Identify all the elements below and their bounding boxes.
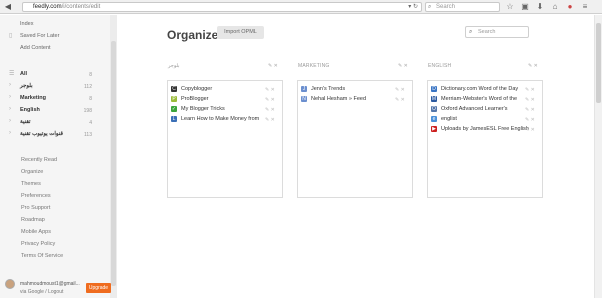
edit-delete-icon[interactable]: ✎ ✕ xyxy=(525,117,535,123)
sidebar-item-all[interactable]: All xyxy=(20,71,27,77)
count-badge: 8 xyxy=(89,96,92,102)
menu-item-organize[interactable]: Organize xyxy=(21,169,43,175)
category-box: D Dictionary.com Word of the Day ✎ ✕ M M… xyxy=(427,80,543,198)
sidebar-item-english[interactable]: English xyxy=(20,107,40,113)
browser-toolbar: ◀ feedly.com/i/contents/edit ▾ ↻ ⌕ Searc… xyxy=(0,0,602,14)
menu-item-preferences[interactable]: Preferences xyxy=(21,193,51,199)
sidebar-item-category[interactable]: قنوات يوتيوب تقنية xyxy=(20,131,63,137)
menu-item-recently-read[interactable]: Recently Read xyxy=(21,157,57,163)
feed-item[interactable]: N Nehal Hesham » Feed xyxy=(301,96,366,102)
category-title[interactable]: بلوجر xyxy=(168,63,179,69)
edit-delete-icon[interactable]: ✎ ✕ xyxy=(395,87,405,93)
star-icon[interactable]: ☆ xyxy=(505,2,515,12)
sidebar-item-saved[interactable]: Saved For Later xyxy=(20,33,59,39)
menu-item-mobile-apps[interactable]: Mobile Apps xyxy=(21,229,51,235)
edit-delete-icon[interactable]: ✎ ✕ xyxy=(395,97,405,103)
chevron-right-icon[interactable]: › xyxy=(9,94,11,100)
main-scrollbar[interactable] xyxy=(594,15,602,298)
feed-item[interactable]: P ProBlogger xyxy=(171,96,209,102)
bookmark-icon: ▯ xyxy=(9,33,13,39)
feed-icon: C xyxy=(171,86,177,92)
feed-item[interactable]: L Learn How to Make Money from xyxy=(171,116,259,122)
feed-item[interactable]: ✓ My Blogger Tricks xyxy=(171,106,225,112)
menu-item-themes[interactable]: Themes xyxy=(21,181,41,187)
chevron-right-icon[interactable]: › xyxy=(9,106,11,112)
search-icon: ⌕ xyxy=(428,4,432,10)
edit-delete-icon[interactable]: ✎ ✕ xyxy=(528,63,538,69)
feed-icon: O xyxy=(431,106,437,112)
category-title[interactable]: MARKETING xyxy=(298,63,330,69)
edit-delete-icon[interactable]: ✎ ✕ xyxy=(265,87,275,93)
back-icon[interactable]: ◀ xyxy=(3,2,13,12)
feed-item[interactable]: M Merriam-Webster's Word of the xyxy=(431,96,517,102)
edit-delete-icon[interactable]: ✎ ✕ xyxy=(525,97,535,103)
account-email: mahmoudmoust1@gmail... xyxy=(20,281,80,287)
browser-search-input[interactable]: ⌕ Search xyxy=(425,2,500,12)
feed-item[interactable]: J Jenn's Trends xyxy=(301,86,345,92)
feed-icon: L xyxy=(171,116,177,122)
sidebar-item-category[interactable]: بلوجر xyxy=(20,83,33,89)
page-title: Organize xyxy=(167,28,219,42)
reload-icon[interactable]: ▾ ↻ xyxy=(408,3,418,12)
sidebar-item-marketing[interactable]: Marketing xyxy=(20,95,46,101)
sidebar-item-index[interactable]: Index xyxy=(20,21,33,27)
menu-item-pro-support[interactable]: Pro Support xyxy=(21,205,50,211)
category-title[interactable]: ENGLISH xyxy=(428,63,451,69)
edit-delete-icon[interactable]: ✎ ✕ xyxy=(398,63,408,69)
url-bar[interactable]: feedly.com/i/contents/edit ▾ ↻ xyxy=(22,2,422,12)
sidebar-item-category[interactable]: تقنية xyxy=(20,119,31,125)
feed-item[interactable]: C Copyblogger xyxy=(171,86,212,92)
edit-delete-icon[interactable]: ✎ ✕ xyxy=(525,87,535,93)
sidebar-item-add-content[interactable]: Add Content xyxy=(20,45,51,51)
chevron-right-icon[interactable]: › xyxy=(9,118,11,124)
feed-icon: M xyxy=(431,96,437,102)
download-icon[interactable]: ⬇ xyxy=(535,2,545,12)
clipboard-icon[interactable]: ▣ xyxy=(520,2,530,12)
menu-icon[interactable]: ≡ xyxy=(580,2,590,12)
feed-icon: J xyxy=(301,86,307,92)
organize-search-input[interactable]: ⌕ Search xyxy=(465,26,529,38)
feed-item[interactable]: O Oxford Advanced Learner's xyxy=(431,106,507,112)
edit-delete-icon[interactable]: ✎ ✕ xyxy=(265,97,275,103)
home-icon[interactable]: ⌂ xyxy=(550,2,560,12)
menu-item-privacy-policy[interactable]: Privacy Policy xyxy=(21,241,55,247)
feed-icon: e xyxy=(431,116,437,122)
category-box: C Copyblogger ✎ ✕ P ProBlogger ✎ ✕ ✓ My … xyxy=(167,80,283,198)
list-icon: ☰ xyxy=(9,71,15,77)
count-badge: 4 xyxy=(89,120,92,126)
edit-delete-icon[interactable]: ✎ ✕ xyxy=(525,127,535,133)
feed-item[interactable]: D Dictionary.com Word of the Day xyxy=(431,86,518,92)
menu-item-terms[interactable]: Terms Of Service xyxy=(21,253,63,259)
count-badge: 198 xyxy=(83,108,92,114)
edit-delete-icon[interactable]: ✎ ✕ xyxy=(265,107,275,113)
search-icon: ⌕ xyxy=(469,29,473,35)
feed-icon: ✓ xyxy=(171,106,177,112)
avatar[interactable] xyxy=(5,279,15,289)
sidebar-scrollbar[interactable] xyxy=(110,15,117,298)
upgrade-button[interactable]: Upgrade xyxy=(86,283,111,293)
edit-delete-icon[interactable]: ✎ ✕ xyxy=(265,117,275,123)
feed-item[interactable]: e englist xyxy=(431,116,457,122)
feed-item[interactable]: ▶ Uploads by JamesESL Free English xyxy=(431,126,529,132)
count-badge: 8 xyxy=(89,72,92,78)
url-text: feedly.com/i/contents/edit xyxy=(33,4,101,10)
count-badge: 112 xyxy=(84,84,92,90)
count-badge: 113 xyxy=(84,132,92,138)
feed-icon: N xyxy=(301,96,307,102)
feed-icon: P xyxy=(171,96,177,102)
feed-icon: D xyxy=(431,86,437,92)
feed-icon: ▶ xyxy=(431,126,437,132)
edit-delete-icon[interactable]: ✎ ✕ xyxy=(525,107,535,113)
chevron-right-icon[interactable]: › xyxy=(9,82,11,88)
import-opml-button[interactable]: Import OPML xyxy=(217,26,264,39)
category-box: J Jenn's Trends ✎ ✕ N Nehal Hesham » Fee… xyxy=(297,80,413,198)
chevron-right-icon[interactable]: › xyxy=(9,130,11,136)
extension-icon[interactable]: ● xyxy=(565,2,575,12)
logout-link[interactable]: via Google / Logout xyxy=(20,289,63,295)
sidebar: Index ▯ Saved For Later Add Content ☰ Al… xyxy=(0,15,117,298)
menu-item-roadmap[interactable]: Roadmap xyxy=(21,217,45,223)
edit-delete-icon[interactable]: ✎ ✕ xyxy=(268,63,278,69)
main-content: Organize Import OPML ⌕ Search بلوجر ✎ ✕ … xyxy=(118,15,594,298)
